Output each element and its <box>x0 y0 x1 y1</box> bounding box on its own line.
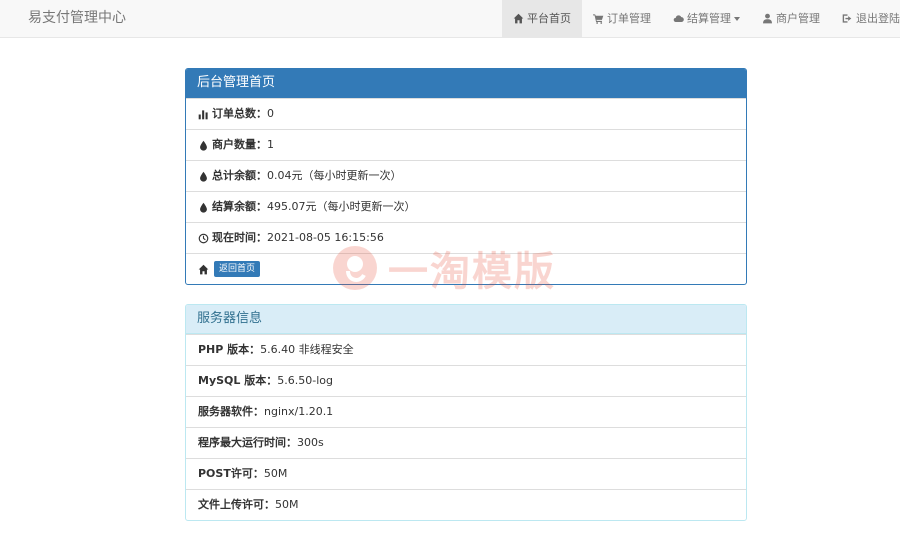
row-label: MySQL 版本： <box>198 374 278 387</box>
mysql-version-row: MySQL 版本： 5.6.50-log <box>186 365 746 396</box>
bar-chart-icon <box>198 109 209 120</box>
nav-item-merchant-management[interactable]: 商户管理 <box>751 0 831 37</box>
panel-title: 服务器信息 <box>186 305 746 334</box>
row-value: 50M <box>275 498 299 511</box>
row-value: 0 <box>267 107 274 120</box>
merchant-count-row: 商户数量： 1 <box>186 129 746 160</box>
row-value: 1 <box>267 138 274 151</box>
max-execution-time-row: 程序最大运行时间： 300s <box>186 427 746 458</box>
row-value: 300s <box>297 436 324 449</box>
user-icon <box>762 13 773 24</box>
tint-icon <box>198 140 209 151</box>
php-version-row: PHP 版本： 5.6.40 非线程安全 <box>186 334 746 365</box>
post-limit-row: POST许可： 50M <box>186 458 746 489</box>
row-value: 50M <box>263 467 288 480</box>
row-label: 现在时间： <box>212 231 267 244</box>
upload-limit-row: 文件上传许可： 50M <box>186 489 746 520</box>
nav-item-logout[interactable]: 退出登陆 <box>831 0 900 37</box>
nav-item-label: 平台首页 <box>527 12 571 25</box>
nav-item-label: 结算管理 <box>687 12 731 25</box>
row-value: 495.07元（每小时更新一次） <box>267 200 416 213</box>
row-label: 文件上传许可： <box>198 498 275 511</box>
row-value: 5.6.40 非线程安全 <box>260 343 354 356</box>
row-label: POST许可： <box>198 467 264 480</box>
row-label: 总计余额： <box>212 169 267 182</box>
row-value: 2021-08-05 16:15:56 <box>267 231 384 244</box>
cart-icon <box>593 13 604 24</box>
nav-item-label: 订单管理 <box>607 12 651 25</box>
row-label: 结算余额： <box>212 200 267 213</box>
home-icon <box>198 264 209 275</box>
row-value: 0.04元（每小时更新一次） <box>267 169 402 182</box>
top-navbar: 易支付管理中心 平台首页 订单管理 结算管理 商户管理 退出登陆 <box>0 0 900 38</box>
brand-title[interactable]: 易支付管理中心 <box>28 0 126 37</box>
nav-item-label: 退出登陆 <box>856 12 900 25</box>
nav-item-settlement-management[interactable]: 结算管理 <box>662 0 751 37</box>
row-value: 5.6.50-log <box>277 374 333 387</box>
nav-item-label: 商户管理 <box>776 12 820 25</box>
admin-home-panel: 后台管理首页 订单总数： 0 商户数量： 1 总计余额： 0.04元（每小时更新… <box>185 68 747 285</box>
total-balance-row: 总计余额： 0.04元（每小时更新一次） <box>186 160 746 191</box>
row-label: 商户数量： <box>212 138 267 151</box>
nav-item-order-management[interactable]: 订单管理 <box>582 0 662 37</box>
clock-icon <box>198 233 209 244</box>
settlement-balance-row: 结算余额： 495.07元（每小时更新一次） <box>186 191 746 222</box>
order-count-row: 订单总数： 0 <box>186 98 746 129</box>
tint-icon <box>198 171 209 182</box>
server-info-panel: 服务器信息 PHP 版本： 5.6.40 非线程安全 MySQL 版本： 5.6… <box>185 304 747 521</box>
current-time-row: 现在时间： 2021-08-05 16:15:56 <box>186 222 746 253</box>
logout-icon <box>842 13 853 24</box>
panel-title: 后台管理首页 <box>186 69 746 98</box>
row-label: 程序最大运行时间： <box>198 436 297 449</box>
chevron-down-icon <box>734 16 740 21</box>
tint-icon <box>198 202 209 213</box>
home-icon <box>513 13 524 24</box>
return-home-button[interactable]: 返回首页 <box>214 261 261 277</box>
row-label: PHP 版本： <box>198 343 261 356</box>
row-value: nginx/1.20.1 <box>264 405 334 418</box>
row-label: 服务器软件： <box>198 405 264 418</box>
nav-item-platform-home[interactable]: 平台首页 <box>502 0 582 37</box>
server-software-row: 服务器软件： nginx/1.20.1 <box>186 396 746 427</box>
nav-menu: 平台首页 订单管理 结算管理 商户管理 退出登陆 <box>502 0 900 37</box>
home-link-row: 返回首页 <box>186 253 746 284</box>
row-label: 订单总数： <box>212 107 267 120</box>
cloud-icon <box>673 13 684 24</box>
